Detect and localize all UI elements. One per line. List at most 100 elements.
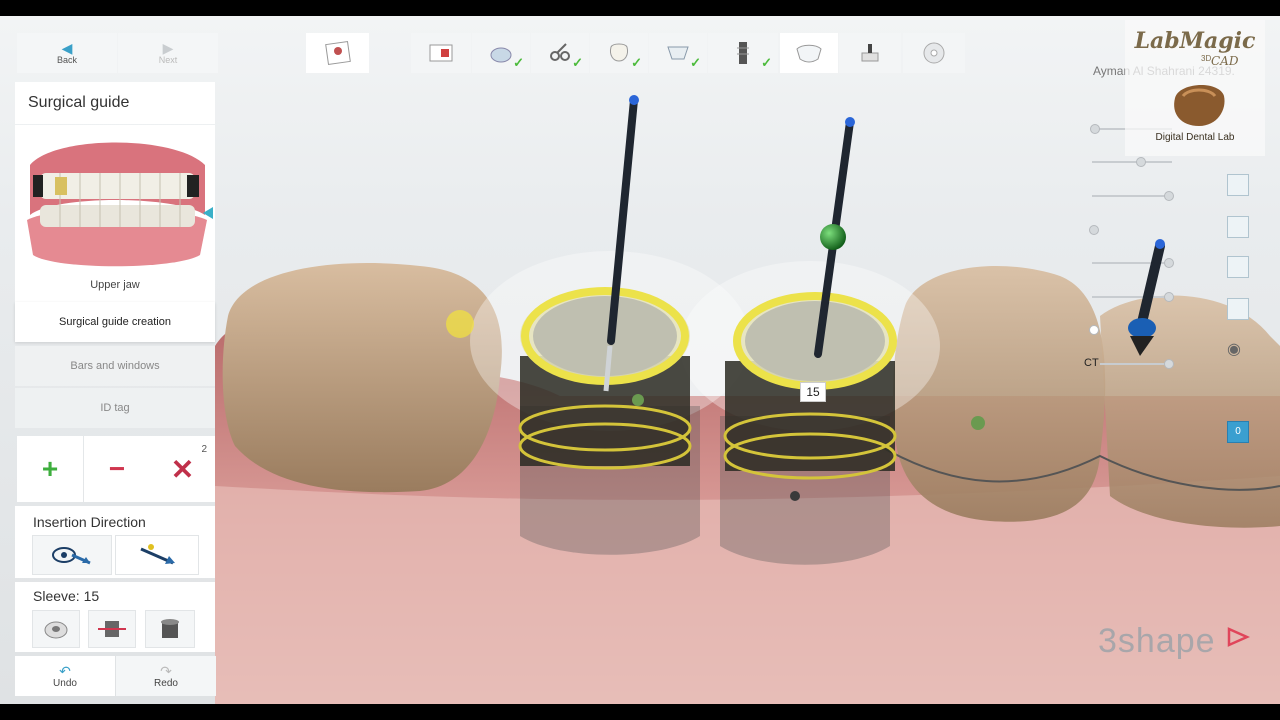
view-bottom-icon[interactable] [1227,298,1249,320]
jaw-label: Upper jaw [90,279,140,291]
workflow-step-8[interactable] [839,33,901,73]
tooth-logo-icon [1174,84,1225,126]
labmagic-logo: LabMagic 3D CAD Digital Dental Lab [1125,20,1265,156]
slider-knob[interactable] [1164,191,1174,201]
workflow-step-surgical-guide[interactable] [780,33,838,73]
sleeve-type-3-button[interactable] [145,610,195,648]
patient-photo-icon [324,41,351,65]
stamp-icon [861,44,879,62]
set-direction-button[interactable] [115,535,199,575]
transparency-slider-3[interactable] [1092,195,1172,197]
next-button[interactable]: ▶ Next [118,33,218,73]
tooth-icon [610,43,628,62]
ring-icon [44,621,68,639]
menu-bars-and-windows[interactable]: Bars and windows [15,346,215,386]
implant-marker-3 [971,416,985,430]
check-icon: ✓ [631,55,642,70]
workflow-step-5[interactable]: ✓ [649,33,707,73]
workflow-step-1[interactable] [411,33,471,73]
check-icon: ✓ [572,55,583,70]
jaw-thumbnail-icon [27,142,207,267]
direction-arrow-gizmo[interactable] [1120,236,1180,366]
view-top-icon[interactable] [1227,256,1249,278]
clip-plane-icon[interactable] [1227,380,1249,402]
view-side-icon[interactable] [1227,216,1249,238]
brand-watermark: 3shape [1098,622,1216,660]
view-direction-button[interactable] [32,535,112,575]
sleeve-type-1-button[interactable] [32,610,80,648]
jaw-outline-icon [667,46,689,60]
plus-icon: + [41,453,59,484]
visibility-toggle[interactable] [1089,325,1099,335]
insertion-direction-section: Insertion Direction [15,506,215,578]
3d-viewport[interactable]: 15 ◀ Back ▶ Next Surgical guide Upper ja… [0,16,1280,704]
implant-marker-2 [790,491,800,501]
visibility-toggle[interactable] [1089,225,1099,235]
logo-sub: CAD [1211,54,1239,68]
cylinder-icon [161,619,179,638]
count-badge[interactable]: 0 [1227,421,1249,443]
order-form-icon [429,44,453,62]
sleeve-section: Sleeve: 15 [15,582,215,652]
camera-icon[interactable]: ◉ [1227,339,1249,361]
logo-sup: 3D [1201,54,1212,63]
panel-title: Surgical guide [15,82,215,124]
eye-arrow-icon [52,547,91,565]
implant-icon [737,42,749,64]
delete-sleeve-button[interactable]: ✕ 2 [150,436,215,502]
axis-tip-2[interactable] [845,117,855,127]
letterbox-top [0,0,1280,16]
close-icon: ✕ [170,453,195,485]
remove-sleeve-button[interactable]: − [84,436,150,502]
wand-arrow-icon [140,544,175,565]
axis-handle-ball[interactable] [820,224,846,250]
workflow-patient-button[interactable] [306,33,369,73]
workflow-step-6[interactable]: ✓ [708,33,778,73]
workflow-step-3[interactable]: ✓ [531,33,589,73]
slider-knob[interactable] [1136,157,1146,167]
undo-label: Undo [53,677,77,689]
delete-count: 2 [201,444,207,455]
sleeve-label: Sleeve: 15 [33,588,100,604]
check-icon: ✓ [513,55,524,70]
add-sleeve-button[interactable]: + [17,436,83,502]
scan-icon [490,47,512,63]
workflow-step-2[interactable]: ✓ [472,33,530,73]
brand-triangle-icon [1227,627,1250,647]
undo-icon: ↶ [59,662,71,679]
back-label: Back [56,55,77,65]
check-icon: ✓ [690,55,701,70]
view-front-icon[interactable] [1227,174,1249,196]
minus-icon: − [108,453,126,484]
logo-title: LabMagic [1134,28,1256,54]
scissors-icon [550,43,570,61]
undo-button[interactable]: ↶ Undo [15,656,115,696]
workflow-step-export[interactable] [903,33,965,73]
sleeve-offset-icon [98,621,126,637]
implant-marker-1 [632,394,644,406]
sleeve-number-label: 15 [800,382,826,402]
menu-surgical-guide-creation[interactable]: Surgical guide creation [15,302,215,342]
redo-icon: ↷ [160,662,172,679]
ct-label: CT [1084,357,1099,369]
letterbox-bottom [0,704,1280,720]
transparency-slider-2[interactable] [1092,161,1172,163]
arrow-left-icon: ◀ [61,40,73,56]
workflow-step-4[interactable]: ✓ [590,33,648,73]
guide-icon [796,44,822,63]
menu-id-tag[interactable]: ID tag [15,388,215,428]
tooth-left [222,263,502,493]
cursor-highlight [446,310,474,338]
redo-button[interactable]: ↷ Redo [116,656,216,696]
check-icon: ✓ [761,55,772,70]
arrow-right-icon: ▶ [162,40,174,56]
axis-tip-1[interactable] [629,95,639,105]
redo-label: Redo [154,677,178,689]
disc-icon [923,42,945,64]
back-button[interactable]: ◀ Back [17,33,117,73]
tooth-right-1 [893,266,1106,522]
sleeve-type-2-button[interactable] [88,610,136,648]
expand-arrow-icon[interactable] [203,207,213,219]
jaw-selector[interactable]: Upper jaw [15,125,215,311]
slider-knob[interactable] [1090,124,1100,134]
